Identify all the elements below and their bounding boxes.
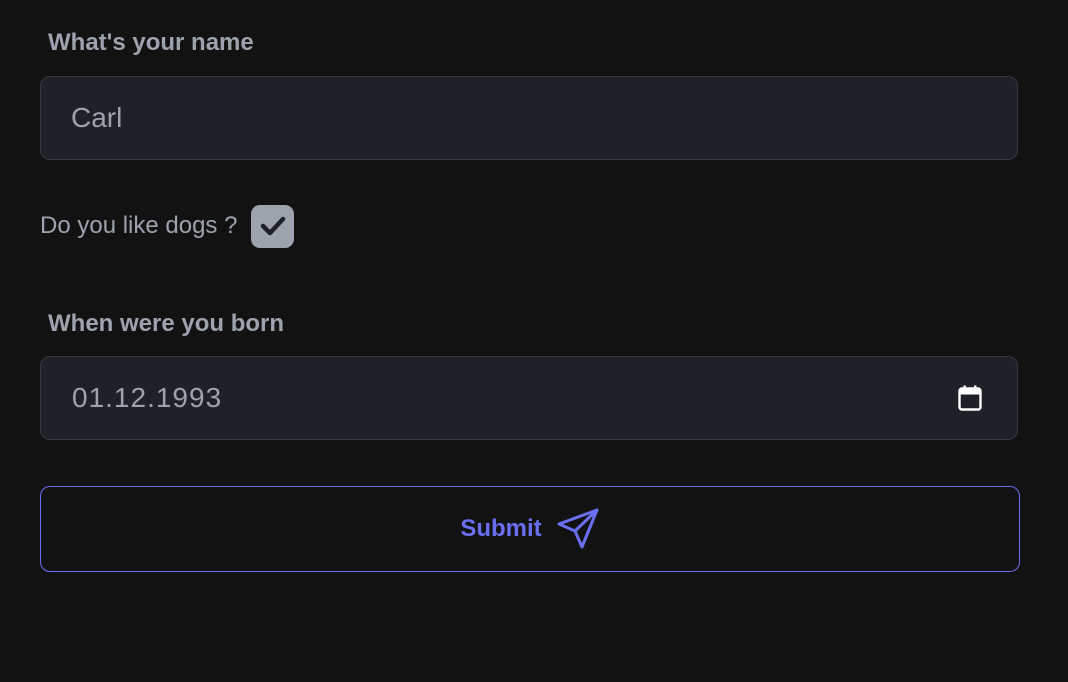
name-input-value: Carl — [71, 102, 123, 133]
birth-label: When were you born — [48, 310, 285, 337]
send-icon — [556, 507, 600, 551]
checkmark-icon — [260, 216, 286, 236]
submit-button[interactable]: Submit — [40, 486, 1020, 572]
dogs-question-label: Do you like dogs ? — [40, 212, 238, 239]
birth-date-input[interactable]: 01.12.1993 — [40, 356, 1018, 440]
calendar-icon[interactable] — [958, 385, 982, 411]
dogs-checkbox[interactable] — [251, 204, 295, 248]
name-input[interactable]: Carl — [40, 76, 1018, 160]
submit-label: Submit — [460, 515, 542, 542]
dogs-question-row: Do you like dogs ? — [40, 204, 295, 248]
birth-date-value: 01.12.1993 — [72, 382, 223, 413]
name-label: What's your name — [48, 29, 254, 56]
form: What's your name Carl Do you like dogs ?… — [0, 0, 1068, 682]
